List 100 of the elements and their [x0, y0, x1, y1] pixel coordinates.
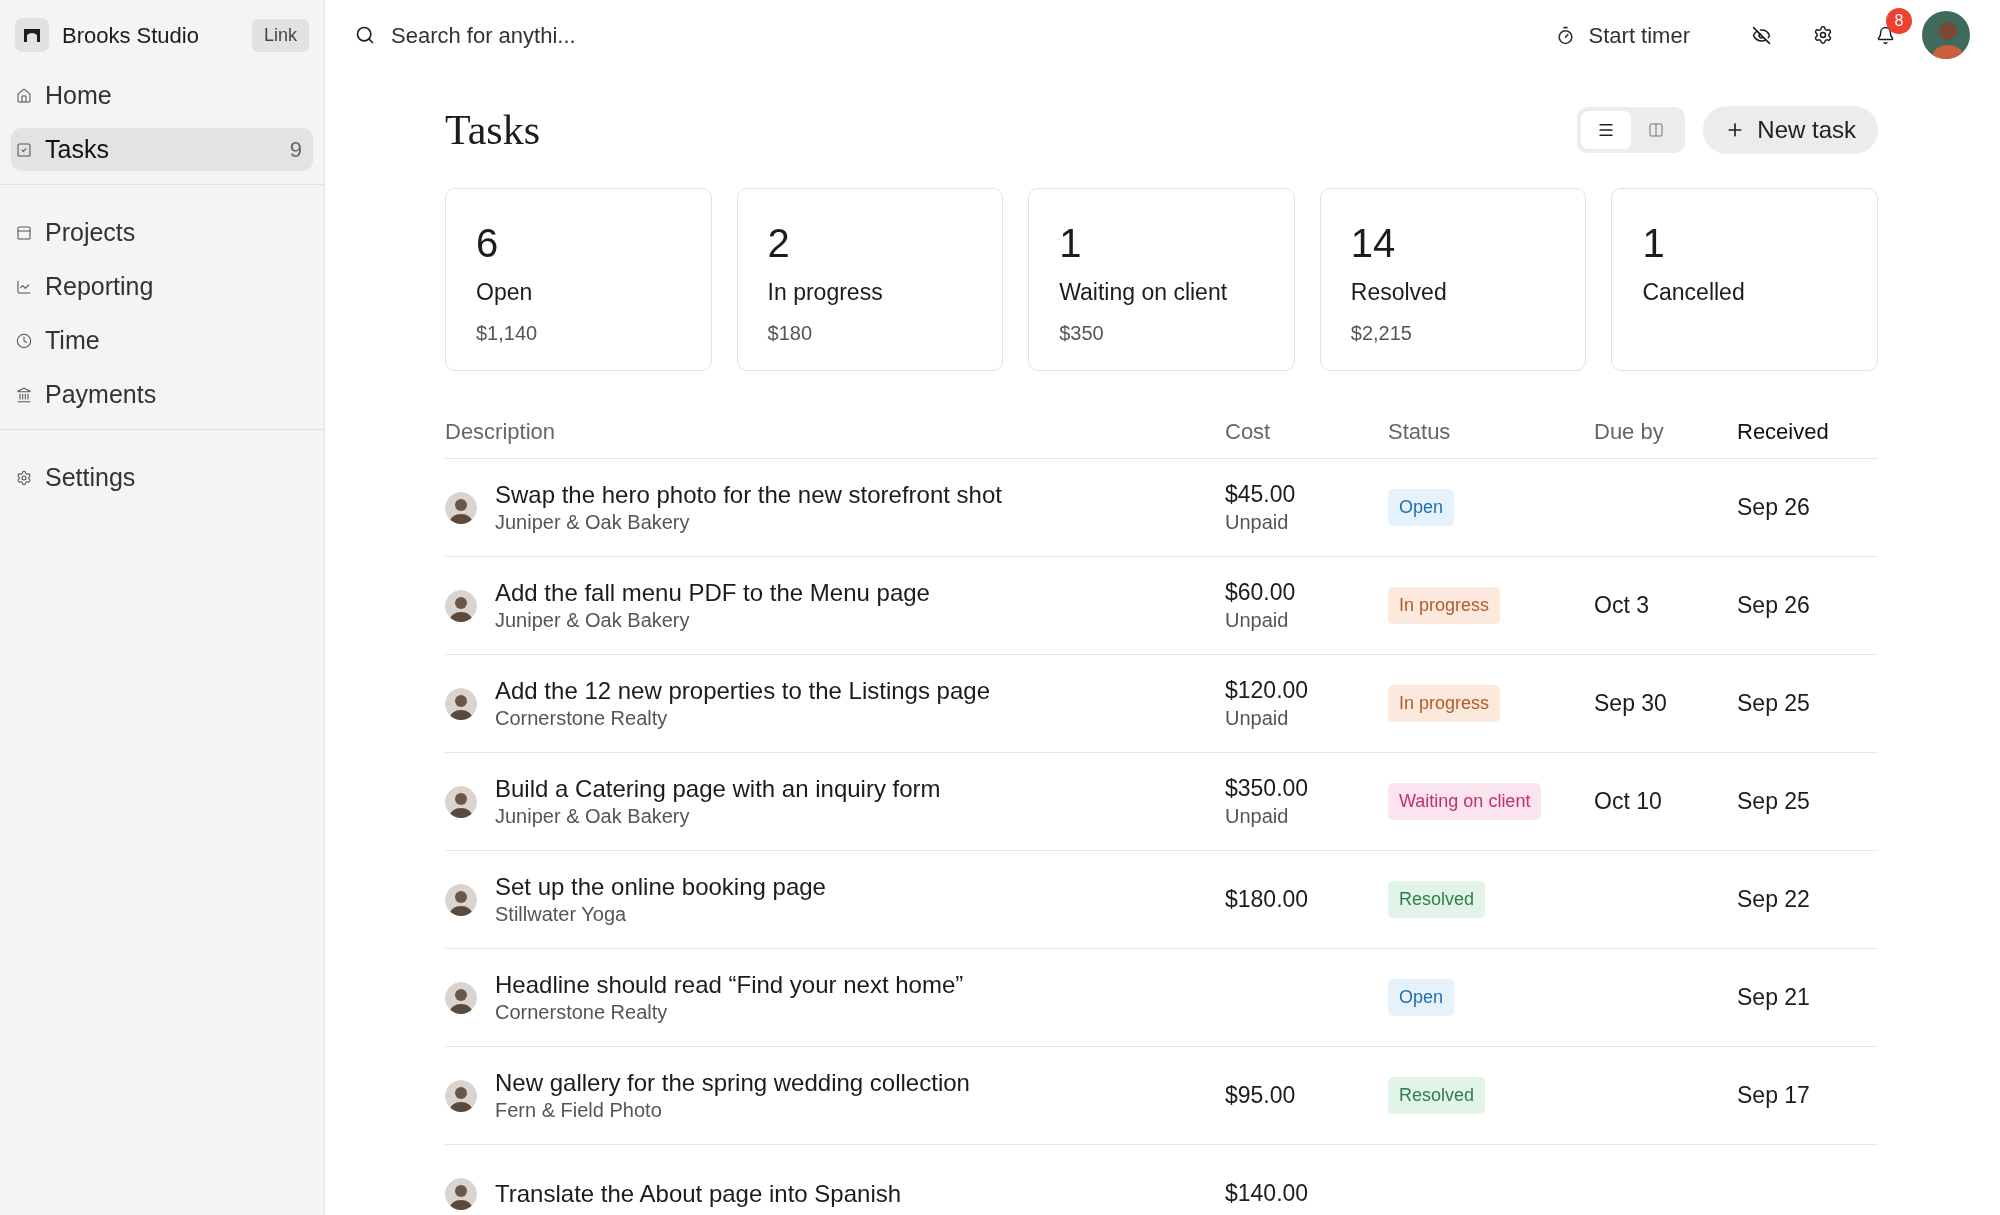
stat-label: Waiting on client: [1059, 278, 1229, 307]
stat-label: Resolved: [1350, 278, 1448, 307]
nav-item[interactable]: Projects: [11, 211, 313, 254]
nav-item[interactable]: Settings: [11, 456, 313, 499]
received-date: Sep 25: [1737, 788, 1810, 815]
column-header[interactable]: Cost: [1225, 415, 1388, 448]
list-view-button[interactable]: [1581, 111, 1632, 149]
notification-badge: 8: [1886, 8, 1912, 34]
timer-icon: [1555, 25, 1575, 45]
received-date: Sep 17: [1737, 1082, 1810, 1109]
user-avatar[interactable]: [1922, 11, 1970, 59]
task-row[interactable]: New gallery for the spring wedding collection Fern & Field Photo $95.00 Resolved Sep 17: [445, 1047, 1878, 1145]
stat-card[interactable]: 1 Waiting on client $350: [1028, 188, 1295, 371]
stat-label: Cancelled: [1642, 278, 1746, 307]
cost: $95.00: [1225, 1081, 1297, 1110]
stat-label: In progress: [767, 278, 884, 307]
stat-count: 2: [767, 220, 791, 267]
link-button[interactable]: Link: [251, 18, 309, 52]
search-icon: [355, 25, 375, 45]
search-field[interactable]: Search for anythi...: [391, 18, 1546, 52]
column-header[interactable]: Received: [1737, 415, 1878, 448]
stat-card[interactable]: 2 In progress $180: [736, 188, 1004, 371]
nav-item[interactable]: Reporting: [11, 265, 313, 308]
nav-icon: [16, 87, 32, 104]
nav-count: 9: [289, 136, 303, 164]
stat-count: 1: [1642, 220, 1666, 267]
task-row[interactable]: Add the 12 new properties to the Listings page Cornerstone Realty $120.00 Unpaid In progress Sep 30 Sep 25: [445, 655, 1878, 753]
task-title: Add the fall menu PDF to the Menu page: [495, 578, 930, 607]
task-title: Add the 12 new properties to the Listings page: [495, 676, 990, 705]
task-title: Translate the About page into Spanish: [495, 1179, 902, 1208]
nav-label: Home: [45, 79, 113, 111]
task-row[interactable]: Headline should read “Find your next home” Cornerstone Realty Open Sep 21: [445, 949, 1878, 1047]
nav-label: Settings: [45, 461, 137, 493]
status-badge: In progress: [1388, 587, 1501, 624]
due-date: Sep 30: [1594, 690, 1667, 717]
status-badge: Resolved: [1388, 1077, 1486, 1114]
notifications-icon[interactable]: [1875, 25, 1895, 45]
page-title: Tasks: [445, 105, 542, 155]
client-name: Stillwater Yoga: [495, 902, 628, 927]
client-name: Juniper & Oak Bakery: [495, 608, 691, 633]
nav-item[interactable]: Home: [11, 74, 313, 117]
stat-card[interactable]: 6 Open $1,140: [445, 188, 712, 371]
avatar-icon: [445, 1079, 477, 1112]
column-header[interactable]: Due by: [1594, 415, 1737, 448]
status-badge: Waiting on client: [1388, 783, 1542, 820]
column-header[interactable]: Status: [1388, 415, 1594, 448]
task-row[interactable]: Translate the About page into Spanish $140.00: [445, 1145, 1878, 1215]
nav-icon: [16, 141, 32, 158]
task-title: Headline should read “Find your next home”: [495, 970, 964, 999]
task-title: Swap the hero photo for the new storefront shot: [495, 480, 1002, 509]
client-name: Juniper & Oak Bakery: [495, 510, 691, 535]
stat-amount: $350: [1059, 320, 1105, 346]
cost: $45.00: [1225, 480, 1297, 509]
task-title: New gallery for the spring wedding collection: [495, 1068, 970, 1097]
payment-status: Unpaid: [1225, 608, 1290, 633]
nav-icon: [16, 278, 32, 295]
status-badge: Open: [1388, 979, 1455, 1016]
stat-amount: $2,215: [1350, 320, 1413, 346]
task-title: Build a Catering page with an inquiry form: [495, 774, 941, 803]
task-row[interactable]: Swap the hero photo for the new storefront shot Juniper & Oak Bakery $45.00 Unpaid Open Sep 26: [445, 459, 1878, 557]
nav-icon: [16, 469, 32, 486]
received-date: Sep 21: [1737, 984, 1810, 1011]
stat-count: 6: [476, 220, 500, 267]
stat-amount: $1,140: [476, 320, 539, 346]
avatar-icon: [445, 785, 477, 818]
nav-item[interactable]: Payments: [11, 373, 313, 416]
nav-icon: [16, 224, 32, 241]
task-row[interactable]: Set up the online booking page Stillwater Yoga $180.00 Resolved Sep 22: [445, 851, 1878, 949]
nav-label: Time: [45, 324, 101, 356]
nav-item[interactable]: Tasks 9: [11, 128, 313, 171]
payment-status: Unpaid: [1225, 804, 1290, 829]
task-row[interactable]: Build a Catering page with an inquiry form Juniper & Oak Bakery $350.00 Unpaid Waiting on client Oct 10 Sep 25: [445, 753, 1878, 851]
list-icon: [1597, 121, 1616, 139]
stat-label: Open: [476, 278, 534, 307]
payment-status: Unpaid: [1225, 510, 1290, 535]
new-task-button[interactable]: New task: [1703, 106, 1878, 154]
status-badge: In progress: [1388, 685, 1501, 722]
status-badge: Resolved: [1388, 881, 1486, 918]
avatar-icon: [445, 1177, 477, 1210]
client-name: Juniper & Oak Bakery: [495, 804, 691, 829]
stat-card[interactable]: 14 Resolved $2,215: [1319, 188, 1587, 371]
task-row[interactable]: Add the fall menu PDF to the Menu page Juniper & Oak Bakery $60.00 Unpaid In progress Oct 3 Sep 26: [445, 557, 1878, 655]
avatar-icon: [445, 981, 477, 1014]
stat-card[interactable]: 1 Cancelled: [1611, 188, 1878, 371]
avatar-icon: [445, 687, 477, 720]
client-name: Cornerstone Realty: [495, 1000, 669, 1025]
due-date: Oct 10: [1594, 788, 1662, 815]
avatar-icon: [445, 491, 477, 524]
stat-amount: $180: [767, 320, 814, 346]
start-timer-button[interactable]: Start timer: [1555, 18, 1690, 52]
client-name: Fern & Field Photo: [495, 1098, 663, 1123]
columns-icon: [1648, 122, 1665, 138]
nav-item[interactable]: Time: [11, 319, 313, 362]
workspace-name: Brooks Studio: [62, 21, 200, 50]
column-header[interactable]: Description: [445, 415, 1225, 448]
stat-count: 1: [1059, 220, 1083, 267]
avatar-icon: [445, 883, 477, 916]
nav-icon: [16, 332, 32, 349]
cost: $120.00: [1225, 676, 1310, 705]
avatar-icon: [445, 589, 477, 622]
